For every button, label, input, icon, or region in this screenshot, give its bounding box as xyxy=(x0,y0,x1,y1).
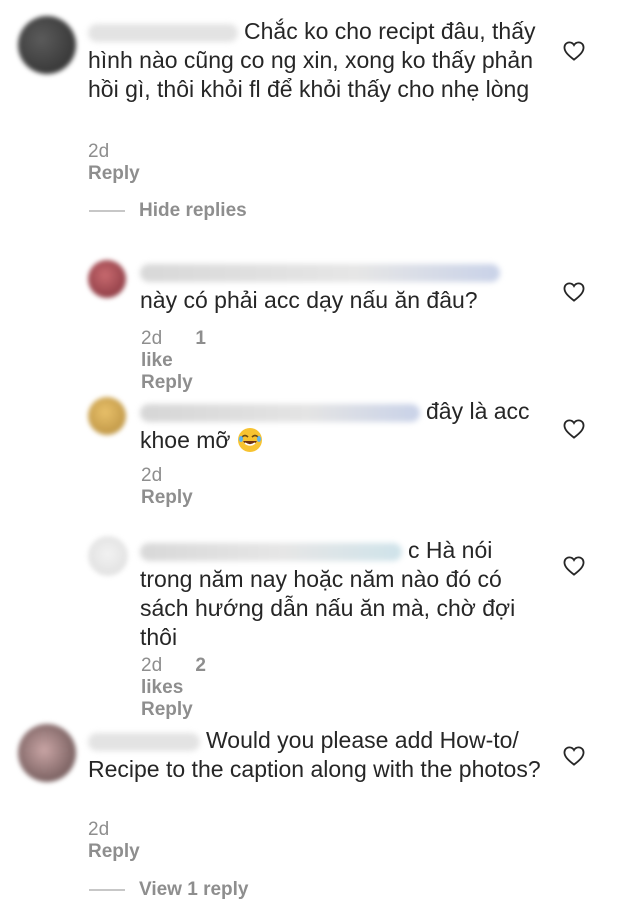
comment-text: đây là acc khoe mỡ xyxy=(140,398,530,453)
heart-icon[interactable] xyxy=(563,282,585,302)
reply-button[interactable]: Reply xyxy=(88,163,140,184)
comment-text: Would you please add How-to/ Recipe to t… xyxy=(88,727,541,782)
timestamp: 2d xyxy=(141,655,163,676)
heart-icon[interactable] xyxy=(563,419,585,439)
avatar[interactable] xyxy=(18,16,76,74)
comment-meta: 2d 1 like Reply xyxy=(141,328,221,394)
heart-icon[interactable] xyxy=(563,746,585,766)
view-replies-button[interactable]: View 1 reply xyxy=(89,879,249,901)
divider-line xyxy=(89,889,125,891)
heart-icon[interactable] xyxy=(563,41,585,61)
timestamp: 2d xyxy=(88,819,110,840)
comment-text: c Hà nói trong năm nay hoặc năm nào đó c… xyxy=(140,537,516,650)
comment-meta: 2d Reply xyxy=(88,819,168,863)
username-blurred[interactable] xyxy=(140,542,402,561)
username-blurred[interactable] xyxy=(140,403,420,422)
avatar[interactable] xyxy=(88,260,126,298)
reply-button[interactable]: Reply xyxy=(141,699,193,720)
comment-meta: 2d Reply xyxy=(141,465,221,509)
reply-button[interactable]: Reply xyxy=(88,841,140,862)
hide-replies-label: Hide replies xyxy=(139,200,247,221)
avatar[interactable] xyxy=(88,536,128,576)
username-blurred[interactable] xyxy=(140,263,500,282)
timestamp: 2d xyxy=(141,328,163,349)
divider-line xyxy=(89,210,125,212)
hide-replies-button[interactable]: Hide replies xyxy=(89,200,247,222)
comment-text: Chắc ko cho recipt đâu, thấy hình nào cũ… xyxy=(88,18,536,102)
heart-icon[interactable] xyxy=(563,556,585,576)
avatar[interactable] xyxy=(88,397,126,435)
view-replies-label: View 1 reply xyxy=(139,879,249,900)
reply-button[interactable]: Reply xyxy=(141,372,193,393)
comment-meta: 2d 2 likes Reply xyxy=(141,655,221,721)
timestamp: 2d xyxy=(88,141,110,162)
timestamp: 2d xyxy=(141,465,163,486)
face-with-tears-of-joy-emoji xyxy=(237,428,262,452)
comment-text: này có phải acc dạy nấu ăn đâu? xyxy=(140,257,540,315)
avatar[interactable] xyxy=(18,724,76,782)
username-blurred[interactable] xyxy=(88,732,200,751)
comment-meta: 2d Reply xyxy=(88,141,168,185)
reply-button[interactable]: Reply xyxy=(141,487,193,508)
username-blurred[interactable] xyxy=(88,23,238,42)
